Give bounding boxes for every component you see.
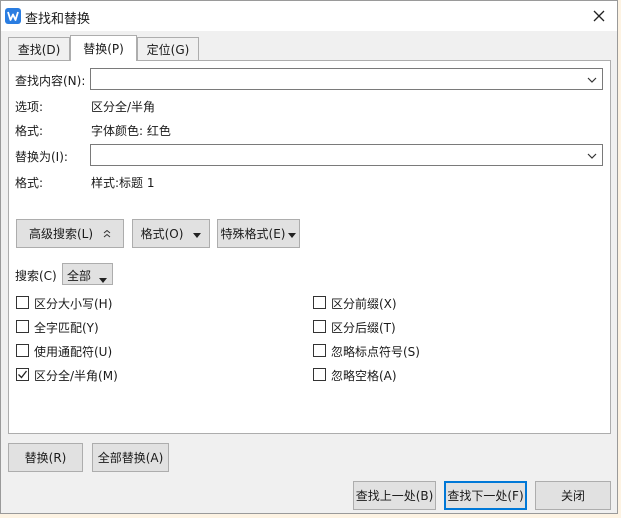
tab-replace-label: 替换(P) — [83, 42, 124, 56]
find-format-label: 格式: — [15, 124, 44, 138]
replace-format-value: 样式:标题 1 — [91, 176, 155, 190]
advanced-search-label: 高级搜索(L) — [28, 227, 94, 241]
advanced-search-button[interactable]: 高级搜索(L) — [16, 219, 124, 248]
tab-replace[interactable]: 替换(P) — [70, 35, 137, 61]
ignore-punctuation-label: 忽略标点符号(S) — [331, 345, 420, 359]
special-format-label: 特殊格式(E) — [220, 227, 286, 241]
special-format-button[interactable]: 特殊格式(E) — [217, 219, 300, 248]
options-value: 区分全/半角 — [91, 100, 156, 114]
replace-all-button[interactable]: 全部替换(A) — [92, 443, 169, 472]
replace-all-button-label: 全部替换(A) — [97, 451, 164, 465]
tab-goto[interactable]: 定位(G) — [137, 37, 199, 60]
search-scope-label: 搜索(C) — [15, 269, 57, 283]
tab-goto-label: 定位(G) — [146, 42, 190, 57]
find-previous-button[interactable]: 查找上一处(B) — [353, 481, 436, 510]
chevron-down-icon[interactable] — [587, 150, 597, 164]
dropdown-arrow-icon — [193, 227, 202, 241]
replace-with-input[interactable] — [90, 144, 603, 166]
match-prefix-checkbox[interactable] — [313, 296, 326, 309]
find-next-label: 查找下一处(F) — [447, 489, 524, 503]
full-half-width-label: 区分全/半角(M) — [34, 369, 118, 383]
ignore-punctuation-checkbox[interactable] — [313, 344, 326, 357]
find-content-input[interactable] — [90, 68, 603, 90]
ignore-spaces-checkbox[interactable] — [313, 368, 326, 381]
search-scope-value: 全部 — [67, 269, 92, 283]
find-format-value: 字体颜色: 红色 — [91, 124, 171, 138]
wps-app-icon — [5, 8, 21, 24]
collapse-toggle-icon — [103, 227, 111, 241]
tab-find[interactable]: 查找(D) — [8, 37, 70, 60]
find-replace-dialog: 查找和替换 查找(D) 替换(P) 定位(G) 查找内容(N): 选项: 区分全… — [0, 0, 618, 514]
dropdown-arrow-icon — [288, 227, 297, 241]
wildcards-checkbox[interactable] — [16, 344, 29, 357]
whole-word-checkbox[interactable] — [16, 320, 29, 333]
whole-word-label: 全字匹配(Y) — [34, 321, 99, 335]
chevron-down-icon[interactable] — [587, 74, 597, 88]
options-label: 选项: — [15, 100, 44, 114]
match-case-label: 区分大小写(H) — [34, 297, 113, 311]
window-title: 查找和替换 — [25, 12, 91, 27]
replace-with-label: 替换为(I): — [15, 150, 68, 164]
checkmark-icon — [18, 370, 28, 379]
match-prefix-label: 区分前缀(X) — [331, 297, 397, 311]
replace-panel: 查找内容(N): 选项: 区分全/半角 格式: 字体颜色: 红色 替换为(I):… — [8, 60, 611, 434]
close-button-label: 关闭 — [560, 489, 585, 503]
search-scope-select[interactable]: 全部 — [62, 263, 113, 285]
full-half-width-checkbox[interactable] — [16, 368, 29, 381]
close-icon[interactable] — [587, 4, 611, 28]
title-bar: 查找和替换 — [1, 1, 617, 31]
dropdown-arrow-icon — [99, 272, 107, 286]
find-content-label: 查找内容(N): — [15, 74, 86, 88]
ignore-spaces-label: 忽略空格(A) — [331, 369, 397, 383]
replace-button-label: 替换(R) — [24, 451, 67, 465]
find-next-button[interactable]: 查找下一处(F) — [444, 481, 527, 510]
format-button-label: 格式(O) — [140, 227, 184, 241]
wildcards-label: 使用通配符(U) — [34, 345, 113, 359]
close-button[interactable]: 关闭 — [535, 481, 611, 510]
tab-find-label: 查找(D) — [17, 42, 61, 57]
match-suffix-label: 区分后缀(T) — [331, 321, 396, 335]
replace-button[interactable]: 替换(R) — [8, 443, 83, 472]
match-suffix-checkbox[interactable] — [313, 320, 326, 333]
format-button[interactable]: 格式(O) — [132, 219, 210, 248]
find-previous-label: 查找上一处(B) — [355, 489, 434, 503]
replace-format-label: 格式: — [15, 176, 44, 190]
match-case-checkbox[interactable] — [16, 296, 29, 309]
